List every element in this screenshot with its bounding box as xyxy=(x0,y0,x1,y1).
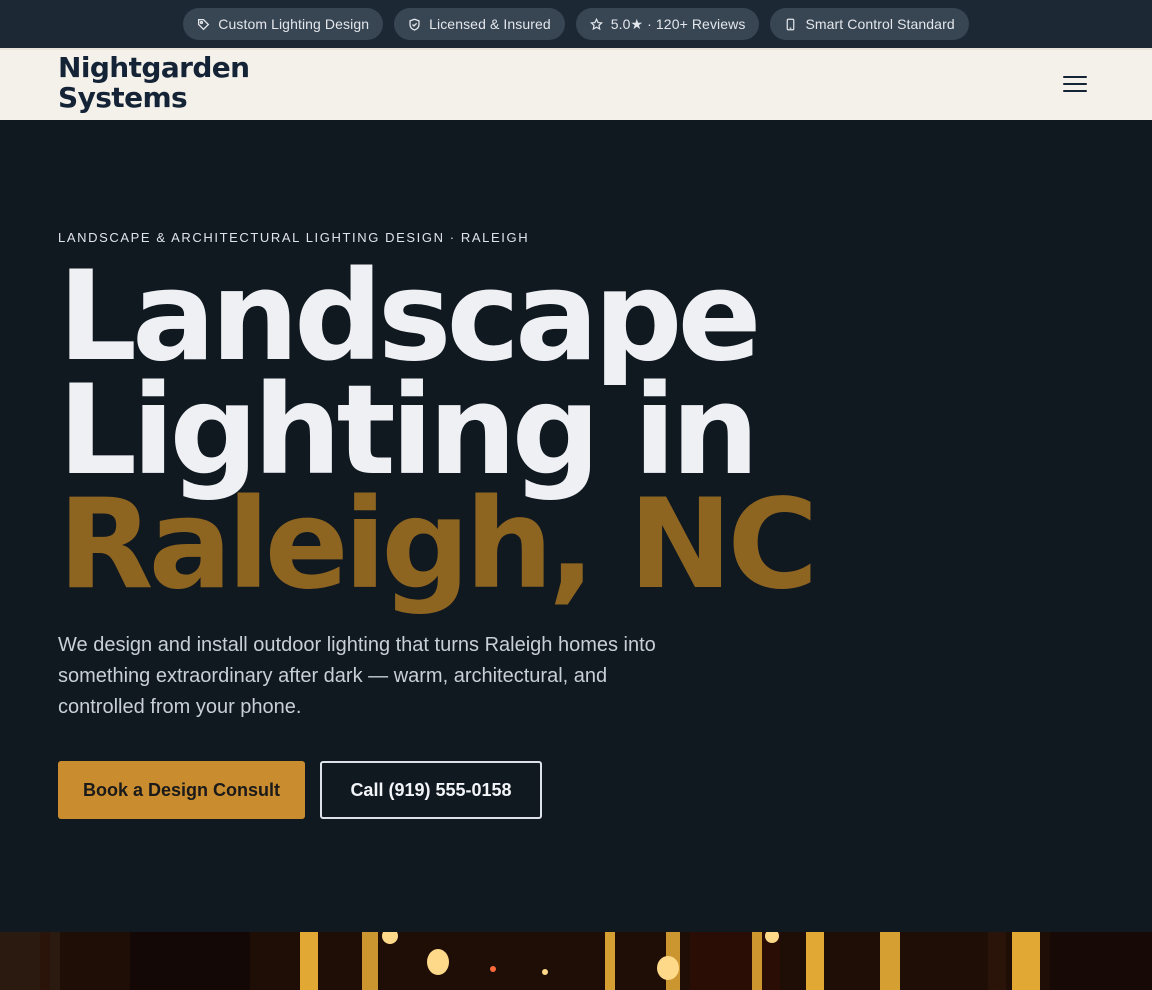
logo-line-1: Nightgarden xyxy=(58,51,250,84)
headline-line-3: Raleigh, NC xyxy=(58,473,818,617)
hero-eyebrow: LANDSCAPE & ARCHITECTURAL LIGHTING DESIG… xyxy=(58,230,530,245)
hero-headline: Landscape Lighting in Raleigh, NC xyxy=(58,245,818,617)
badge-label: 5.0★ · 120+ Reviews xyxy=(610,15,746,32)
badge-label: Licensed & Insured xyxy=(429,16,551,32)
badge-custom-lighting: Custom Lighting Design xyxy=(183,8,384,40)
tag-icon xyxy=(197,18,210,31)
star-icon xyxy=(589,17,603,31)
logo-line-2: Systems xyxy=(58,81,188,114)
hero-lead: We design and install outdoor lighting t… xyxy=(58,634,656,718)
logo[interactable]: Nightgarden Systems xyxy=(58,53,250,113)
headline-line-1: Landscape xyxy=(58,245,762,389)
hero-section: LANDSCAPE & ARCHITECTURAL LIGHTING DESIG… xyxy=(0,120,1152,932)
trust-bar: Custom Lighting Design Licensed & Insure… xyxy=(0,0,1152,48)
badge-smart-control: Smart Control Standard xyxy=(770,8,969,40)
hamburger-menu-icon[interactable] xyxy=(1060,72,1090,96)
badge-licensed: Licensed & Insured xyxy=(394,8,565,40)
book-consult-button[interactable]: Book a Design Consult xyxy=(58,761,305,819)
badge-reviews: 5.0★ · 120+ Reviews xyxy=(575,8,760,40)
badge-label: Smart Control Standard xyxy=(805,16,955,32)
site-header: Nightgarden Systems xyxy=(0,48,1152,120)
garden-lights-image xyxy=(0,932,1152,990)
phone-icon xyxy=(784,18,797,31)
hero-photo xyxy=(0,932,1152,990)
headline-line-2: Lighting in xyxy=(58,359,759,503)
call-button[interactable]: Call (919) 555-0158 xyxy=(320,761,542,819)
shield-icon xyxy=(408,18,421,31)
badge-label: Custom Lighting Design xyxy=(218,16,370,32)
